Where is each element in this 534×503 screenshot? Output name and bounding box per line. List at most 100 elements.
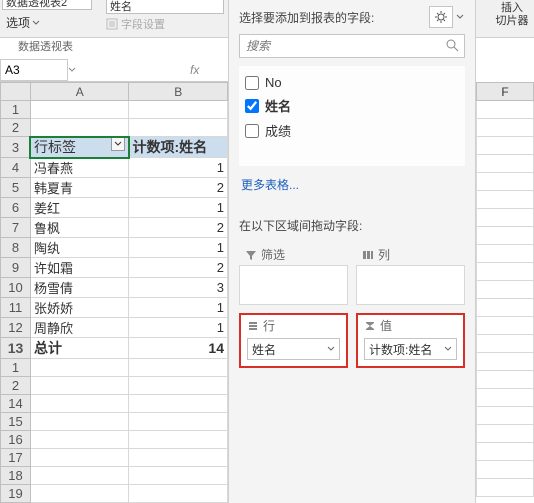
cell[interactable]	[129, 395, 228, 413]
row-header[interactable]: 11	[1, 298, 31, 318]
pivot-row-label-header[interactable]: 行标签	[30, 137, 129, 158]
row-header[interactable]: 2	[1, 377, 31, 395]
cell[interactable]	[30, 431, 129, 449]
row-header[interactable]: 16	[1, 431, 31, 449]
row-header[interactable]: 9	[1, 258, 31, 278]
row-header[interactable]: 1	[1, 101, 31, 119]
cell[interactable]	[129, 101, 228, 119]
cell[interactable]	[30, 485, 129, 503]
cell[interactable]	[477, 353, 534, 371]
pivot-row-label[interactable]: 韩夏青	[30, 178, 129, 198]
pivot-value-cell[interactable]: 1	[129, 238, 228, 258]
pivot-row-label[interactable]: 陶纨	[30, 238, 129, 258]
row-header[interactable]: 10	[1, 278, 31, 298]
cell[interactable]	[477, 263, 534, 281]
row-header[interactable]: 6	[1, 198, 31, 218]
field-checkbox[interactable]	[245, 124, 259, 138]
cell[interactable]	[477, 191, 534, 209]
row-header[interactable]: 18	[1, 467, 31, 485]
cell[interactable]	[30, 119, 129, 137]
cell[interactable]	[129, 119, 228, 137]
chevron-down-icon[interactable]	[327, 345, 335, 353]
formula-bar[interactable]: fx	[100, 58, 228, 82]
col-header-f[interactable]: F	[477, 83, 534, 101]
row-header[interactable]: 14	[1, 395, 31, 413]
pivot-total-label[interactable]: 总计	[30, 338, 129, 359]
filter-area[interactable]: 筛选	[239, 242, 348, 305]
pivot-value-cell[interactable]: 1	[129, 318, 228, 338]
row-header[interactable]: 12	[1, 318, 31, 338]
values-area[interactable]: 值 计数项:姓名	[356, 313, 465, 368]
name-box-dropdown[interactable]	[68, 66, 84, 74]
pivot-row-label[interactable]: 许如霜	[30, 258, 129, 278]
row-header[interactable]: 5	[1, 178, 31, 198]
chevron-down-icon[interactable]	[455, 6, 465, 28]
cell[interactable]	[30, 449, 129, 467]
cell[interactable]	[477, 245, 534, 263]
cell[interactable]	[477, 137, 534, 155]
cell[interactable]	[129, 359, 228, 377]
cell[interactable]	[477, 209, 534, 227]
row-header[interactable]: 3	[1, 137, 31, 158]
col-header-a[interactable]: A	[30, 83, 129, 101]
rows-field-chip[interactable]: 姓名	[247, 338, 340, 360]
cell[interactable]	[129, 413, 228, 431]
cell[interactable]	[477, 443, 534, 461]
worksheet-grid-right[interactable]: F	[476, 82, 534, 503]
pivot-row-label[interactable]: 鲁枫	[30, 218, 129, 238]
cell[interactable]	[477, 101, 534, 119]
cell[interactable]	[129, 431, 228, 449]
worksheet-grid[interactable]: A B 1 2 3 行标签 计数项:姓名 4冯春燕15韩夏青26姜红17鲁枫28…	[0, 82, 228, 503]
cell[interactable]	[477, 317, 534, 335]
cell[interactable]	[477, 335, 534, 353]
cell[interactable]	[477, 227, 534, 245]
cell[interactable]	[129, 467, 228, 485]
cell[interactable]	[477, 119, 534, 137]
pivot-row-label[interactable]: 周静欣	[30, 318, 129, 338]
values-field-chip[interactable]: 计数项:姓名	[364, 338, 457, 360]
cell[interactable]	[477, 389, 534, 407]
row-header[interactable]: 7	[1, 218, 31, 238]
cell[interactable]	[477, 425, 534, 443]
pivot-value-cell[interactable]: 1	[129, 198, 228, 218]
pivot-name-box[interactable]: 数据透视表2	[2, 0, 92, 10]
rows-area[interactable]: 行 姓名	[239, 313, 348, 368]
select-all-corner[interactable]	[1, 83, 31, 101]
cell[interactable]	[477, 407, 534, 425]
cell[interactable]	[30, 377, 129, 395]
more-tables-link[interactable]: 更多表格...	[241, 176, 299, 193]
name-box[interactable]	[0, 59, 68, 81]
pivot-filter-dropdown[interactable]	[111, 137, 125, 151]
columns-area[interactable]: 列	[356, 242, 465, 305]
row-header[interactable]: 17	[1, 449, 31, 467]
options-button[interactable]: 选项	[2, 12, 44, 33]
cell[interactable]	[477, 371, 534, 389]
pane-settings-button[interactable]	[429, 6, 453, 28]
row-header[interactable]: 2	[1, 119, 31, 137]
field-item-score[interactable]: 成绩	[243, 118, 461, 143]
field-checkbox[interactable]	[245, 99, 259, 113]
field-checkbox[interactable]	[245, 76, 259, 90]
cell[interactable]	[30, 467, 129, 485]
pivot-value-cell[interactable]: 1	[129, 298, 228, 318]
cell[interactable]	[129, 449, 228, 467]
cell[interactable]	[30, 101, 129, 119]
cell[interactable]	[477, 461, 534, 479]
cell[interactable]	[30, 395, 129, 413]
row-header[interactable]: 15	[1, 413, 31, 431]
cell[interactable]	[129, 377, 228, 395]
cell[interactable]	[477, 155, 534, 173]
insert-slicer-button[interactable]: 插入 切片器	[494, 2, 530, 28]
active-field-box[interactable]: 姓名	[106, 0, 224, 14]
row-header[interactable]: 1	[1, 359, 31, 377]
row-header[interactable]: 19	[1, 485, 31, 503]
pivot-value-cell[interactable]: 3	[129, 278, 228, 298]
cell[interactable]	[477, 281, 534, 299]
cell[interactable]	[477, 479, 534, 497]
cell[interactable]	[129, 485, 228, 503]
field-item-no[interactable]: No	[243, 72, 461, 93]
chevron-down-icon[interactable]	[444, 345, 452, 353]
pivot-value-cell[interactable]: 2	[129, 258, 228, 278]
pivot-value-cell[interactable]: 1	[129, 158, 228, 178]
field-settings-button[interactable]: 字段设置	[106, 16, 165, 32]
